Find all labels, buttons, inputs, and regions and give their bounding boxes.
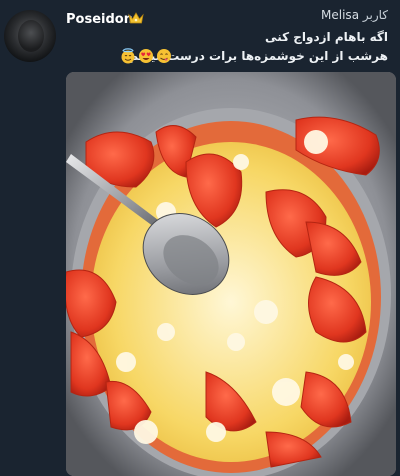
post-caption: اگه باهام ازدواج کنی هرشب از این خوشمزه‌… [70,28,388,66]
chat-post: Poseidon Melisa کاربر اگه باهام ازدواج ک… [0,0,400,476]
caption-line-2: هرشب از این خوشمزه‌ها برات درست میکنم [129,49,388,63]
reply-header: Melisa کاربر [321,8,388,22]
face-savoring-food-icon [157,49,171,63]
avatar-face [18,20,44,52]
caption-line-1: اگه باهام ازدواج کنی [265,30,388,44]
crown-icon [128,12,144,24]
username[interactable]: Poseidon [66,12,133,27]
reply-label: کاربر [362,8,388,22]
reply-to-name[interactable]: Melisa [321,8,359,22]
avatar[interactable] [4,10,56,62]
tomato-egg-dish-image [66,72,396,476]
emoji-group [120,48,200,66]
smiling-face-with-halo-icon [121,48,135,64]
food-photo[interactable] [66,72,396,476]
smiling-face-with-heart-eyes-icon [139,49,153,63]
